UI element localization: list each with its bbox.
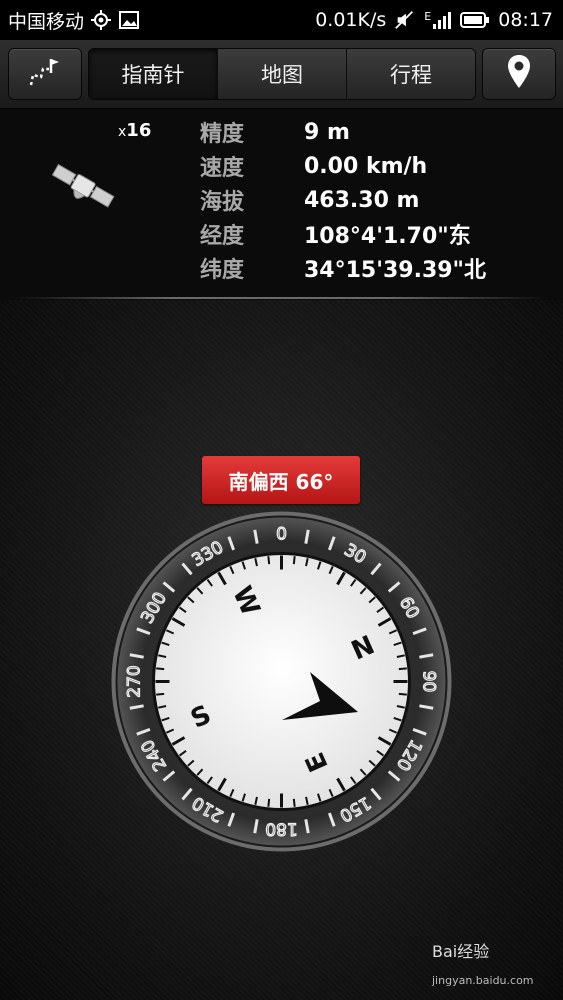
bezel-label-0: 0 (276, 525, 287, 545)
clock: 08:17 (498, 9, 553, 31)
accuracy-label: 精度 (200, 122, 245, 147)
divider (14, 297, 549, 299)
gps-info-panel: x16 精度 9 m 速度 0.00 km/h 海拔 463.30 m 经度 1… (0, 108, 563, 298)
route-flag-icon (25, 55, 65, 93)
location-button[interactable] (482, 48, 556, 100)
face-tick (267, 556, 271, 565)
tab-bar: 指南针 地图 行程 (88, 48, 476, 100)
watermark-brand: Bai经验 (432, 942, 490, 961)
bezel-label-90: 90 (419, 671, 439, 693)
signal-icon: E (424, 10, 452, 30)
tab-trip[interactable]: 行程 (347, 49, 475, 99)
compass-dial: 0306090120150180210240270300330 N E S W (111, 511, 452, 852)
longitude-label: 经度 (200, 224, 245, 249)
net-speed: 0.01K/s (315, 9, 387, 31)
face-tick (156, 667, 165, 671)
longitude-value: 108°4'1.70"东 (304, 224, 471, 249)
location-pin-icon (506, 54, 532, 94)
latitude-value: 34°15'39.39"北 (304, 258, 487, 283)
toolbar: 指南针 地图 行程 (0, 40, 563, 109)
face-tick (292, 798, 296, 807)
net-type: E (424, 10, 432, 23)
speed-label: 速度 (200, 156, 245, 181)
gps-icon (90, 9, 112, 31)
carrier-name: 中国移动 (8, 10, 85, 33)
face-tick (398, 692, 407, 696)
face-tick (156, 692, 165, 696)
status-bar: 中国移动 0.01K/s E 08:17 (0, 0, 563, 40)
longitude-row: 经度 108°4'1.70"东 (200, 217, 471, 251)
satellite-icon (46, 158, 120, 222)
speed-value: 0.00 km/h (304, 153, 428, 179)
accuracy-row: 精度 9 m (200, 115, 350, 149)
altitude-value: 463.30 m (304, 187, 420, 213)
image-icon (118, 9, 140, 31)
face-tick (267, 798, 271, 807)
tab-map[interactable]: 地图 (218, 49, 347, 99)
bezel-label-180: 180 (265, 819, 297, 839)
face-tick (398, 667, 407, 671)
face-tick (292, 556, 296, 565)
battery-icon (460, 9, 490, 31)
tab-compass[interactable]: 指南针 (89, 49, 218, 99)
altitude-label: 海拔 (200, 190, 245, 215)
heading-badge: 南偏西 66° (202, 456, 360, 504)
speed-row: 速度 0.00 km/h (200, 149, 427, 183)
satellite-count: x16 (118, 120, 152, 141)
watermark-url: jingyan.baidu.com (432, 974, 534, 987)
compass-area: 南偏西 66° 0 30 60 90 120 150 180 210 240 270 300 330 … (0, 300, 563, 1000)
latitude-label: 纬度 (200, 258, 245, 283)
altitude-row: 海拔 463.30 m (200, 183, 419, 217)
route-button[interactable] (8, 48, 82, 100)
latitude-row: 纬度 34°15'39.39"北 (200, 251, 486, 285)
accuracy-value: 9 m (304, 119, 350, 145)
mute-icon (394, 9, 416, 31)
bezel-label-270: 270 (125, 665, 145, 697)
